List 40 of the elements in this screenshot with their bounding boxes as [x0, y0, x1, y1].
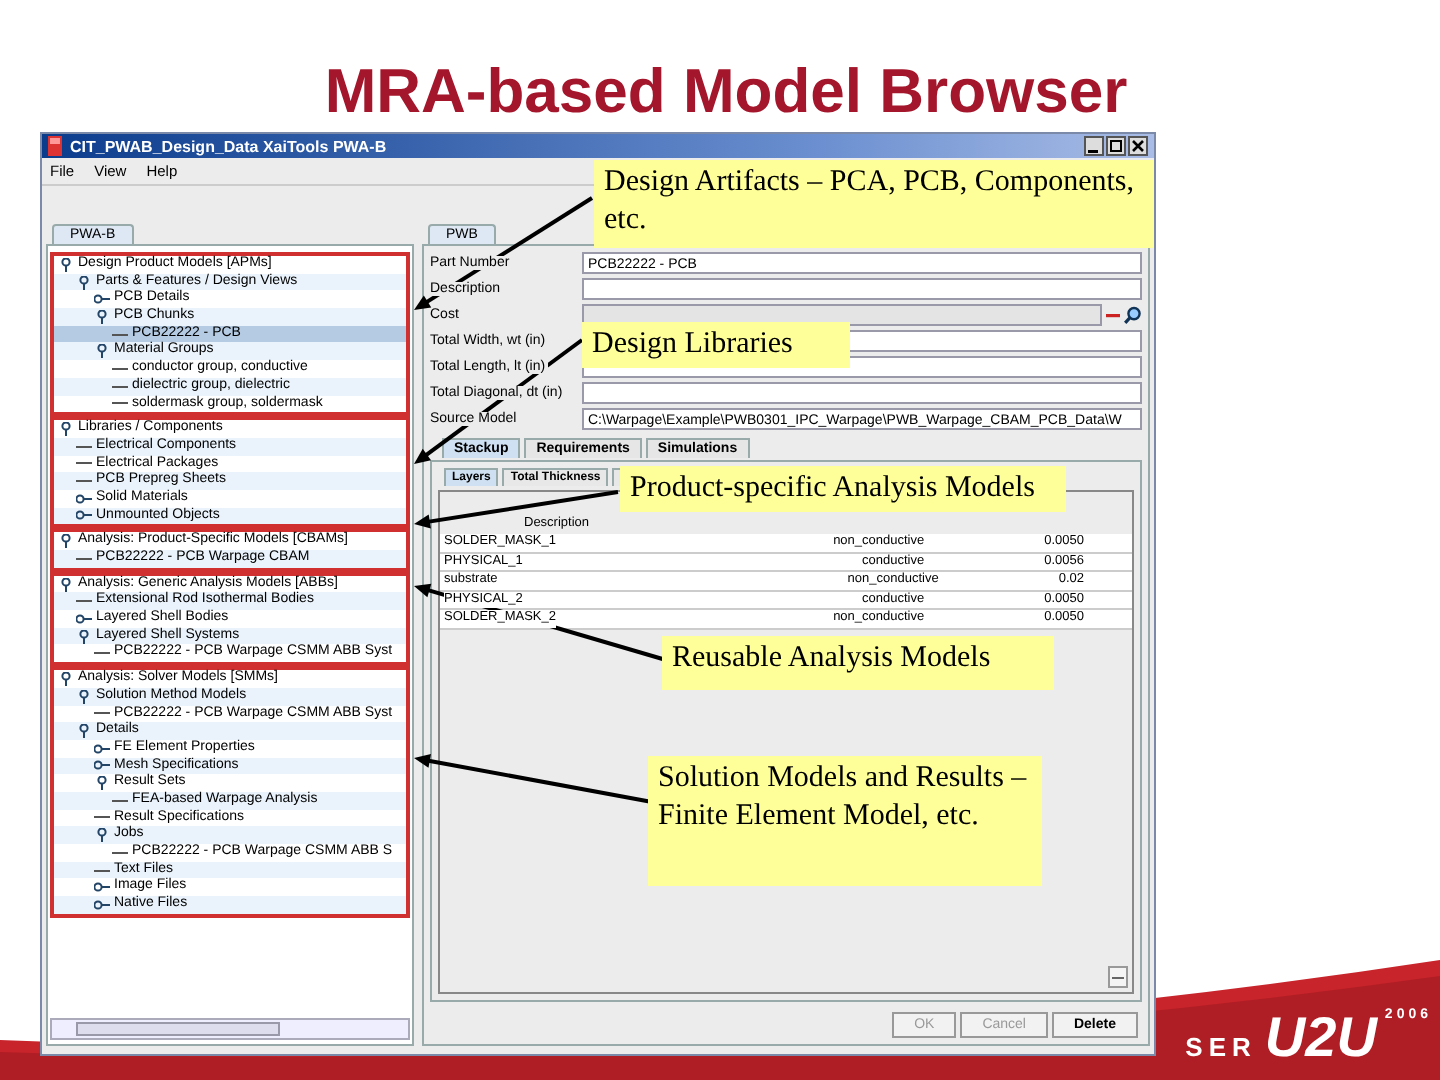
callout-tooltip: Design Artifacts – PCA, PCB, Components, etc. — [594, 160, 1154, 248]
tree-toggle-icon[interactable] — [58, 577, 74, 592]
tree-toggle-icon[interactable] — [76, 611, 92, 626]
tree-toggle-icon[interactable] — [94, 776, 110, 791]
tree-toggle-icon[interactable] — [94, 292, 110, 307]
window-title: CIT_PWAB_Design_Data XaiTools PWA-B — [70, 137, 389, 155]
close-icon[interactable] — [1128, 136, 1148, 156]
search-icon[interactable] — [1124, 305, 1142, 323]
slide-title: MRA-based Model Browser — [322, 54, 1130, 130]
text-field[interactable] — [582, 303, 1102, 325]
text-field[interactable] — [582, 277, 1142, 299]
callout-tooltip: Solution Models and Results – Finite Element Model, etc. — [648, 756, 1042, 886]
callout-tooltip: Design Libraries — [582, 322, 850, 368]
tree-toggle-icon[interactable] — [76, 508, 92, 523]
tree-toggle-icon[interactable] — [94, 309, 110, 324]
tree-toggle-icon[interactable] — [94, 741, 110, 756]
tree-toggle-icon[interactable] — [76, 491, 92, 506]
tree-toggle-icon[interactable] — [58, 422, 74, 437]
tree-toggle-icon[interactable] — [94, 344, 110, 359]
tree-toggle-icon[interactable] — [76, 724, 92, 739]
tree-toggle-icon[interactable] — [58, 257, 74, 272]
app-icon — [48, 136, 62, 156]
logo-mark: U2U — [1264, 1008, 1377, 1068]
minimize-icon[interactable] — [1084, 136, 1104, 156]
tree-toggle-icon[interactable] — [76, 689, 92, 704]
callout-tooltip: Product-specific Analysis Models — [620, 466, 1066, 512]
tree-toggle-icon[interactable] — [58, 671, 74, 686]
tree-toggle-icon[interactable] — [94, 758, 110, 773]
callout-tooltip: Reusable Analysis Models — [662, 636, 1054, 690]
resize-icon[interactable] — [1108, 966, 1128, 988]
maximize-icon[interactable] — [1106, 136, 1126, 156]
horizontal-scrollbar[interactable] — [50, 1018, 410, 1040]
tree-toggle-icon[interactable] — [58, 534, 74, 549]
text-field[interactable] — [582, 381, 1142, 403]
tree-toggle-icon[interactable] — [94, 880, 110, 895]
tree-toggle-icon[interactable] — [94, 828, 110, 843]
tree-toggle-icon[interactable] — [94, 897, 110, 912]
logo-text: SER — [1185, 1032, 1257, 1062]
tree-toggle-icon[interactable] — [76, 275, 92, 290]
tree-toggle-icon[interactable] — [76, 629, 92, 644]
